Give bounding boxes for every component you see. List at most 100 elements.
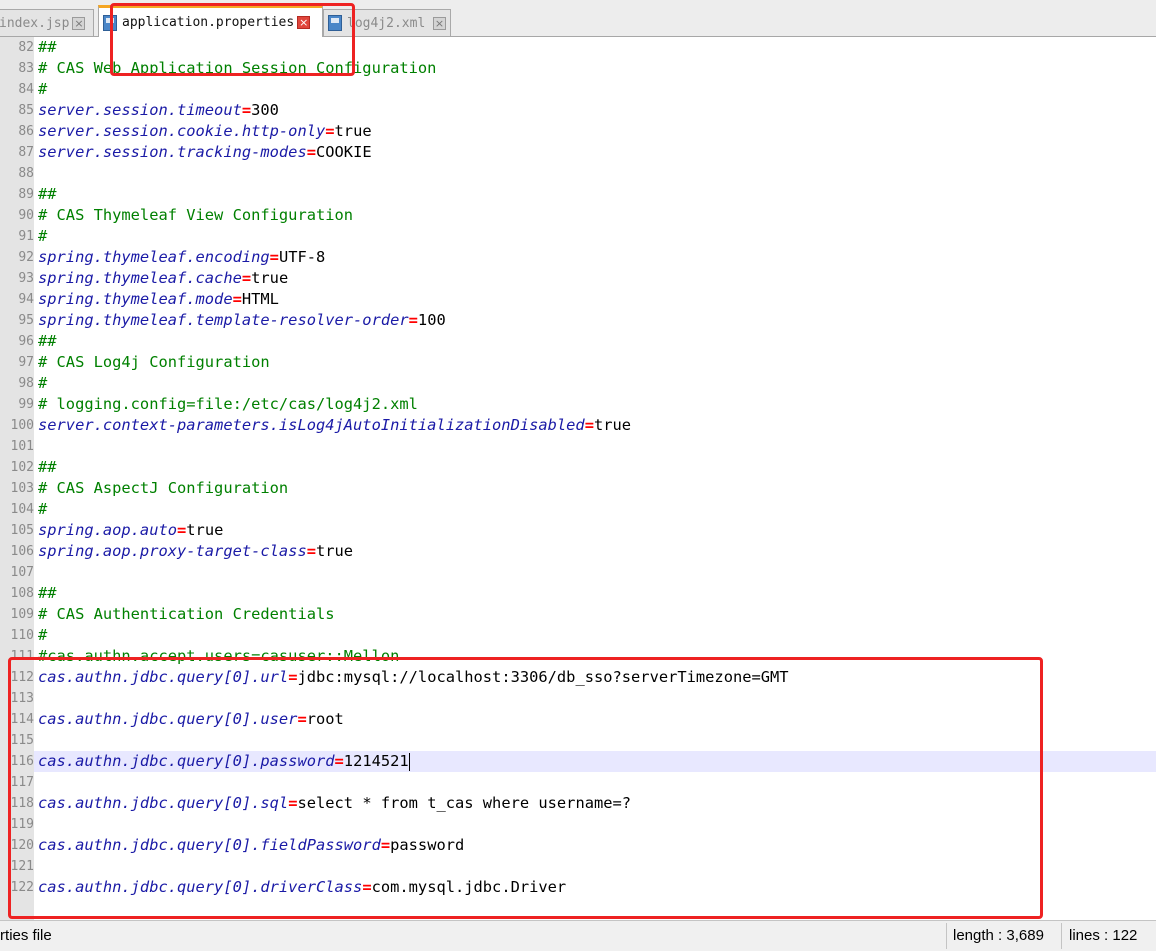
line-content: # <box>38 226 47 247</box>
code-line[interactable]: 115 <box>0 730 1156 751</box>
editor[interactable]: 82 ## 83 # CAS Web Application Session Conf… <box>0 37 1156 920</box>
code-line[interactable]: 86 server.session.cookie.http-only=true <box>0 121 1156 142</box>
property-value: 100 <box>417 311 446 329</box>
comment-text: # <box>38 626 48 644</box>
code-line[interactable]: 99 # logging.config=file:/etc/cas/log4j2.… <box>0 394 1156 415</box>
code-line[interactable]: 101 <box>0 436 1156 457</box>
code-line[interactable]: 100 server.context-parameters.isLog4jAuto… <box>0 415 1156 436</box>
comment-text: # <box>38 227 48 245</box>
code-line[interactable]: 103 # CAS AspectJ Configuration <box>0 478 1156 499</box>
code-line[interactable]: 88 <box>0 163 1156 184</box>
code-line[interactable]: 122 cas.authn.jdbc.query[0].driverClass=c… <box>0 877 1156 898</box>
code-line[interactable]: 89 ## <box>0 184 1156 205</box>
code-line[interactable]: 117 <box>0 772 1156 793</box>
code-line[interactable]: 106 spring.aop.proxy-target-class=true <box>0 541 1156 562</box>
close-icon[interactable]: × <box>72 16 86 30</box>
code-line[interactable]: 112 cas.authn.jdbc.query[0].url=jdbc:mysq… <box>0 667 1156 688</box>
property-value: 1214521 <box>343 752 409 770</box>
comment-text: # CAS Authentication Credentials <box>38 605 335 623</box>
code-line[interactable]: 120 cas.authn.jdbc.query[0].fieldPassword… <box>0 835 1156 856</box>
property-key: cas.authn.jdbc.query[0].password <box>38 752 335 770</box>
code-line[interactable]: 119 <box>0 814 1156 835</box>
code-line[interactable]: 97 # CAS Log4j Configuration <box>0 352 1156 373</box>
code-line[interactable]: 118 cas.authn.jdbc.query[0].sql=select * … <box>0 793 1156 814</box>
lines-count-label: lines : 122 <box>1069 927 1138 944</box>
code-line[interactable]: 84 # <box>0 79 1156 100</box>
file-type-label: Properties file <box>0 927 52 944</box>
line-content: ## <box>38 37 57 58</box>
code-line[interactable]: 114 cas.authn.jdbc.query[0].user=root <box>0 709 1156 730</box>
property-key: spring.thymeleaf.mode <box>38 290 233 308</box>
line-content: # logging.config=file:/etc/cas/log4j2.xm… <box>38 394 418 415</box>
code-line[interactable]: 107 <box>0 562 1156 583</box>
tab-application-properties[interactable]: application.properties × <box>98 5 323 37</box>
property-value: true <box>251 269 289 287</box>
code-line[interactable]: 87 server.session.tracking-modes=COOKIE <box>0 142 1156 163</box>
line-number: 82 <box>0 37 34 58</box>
status-divider <box>946 923 947 949</box>
line-content: # CAS Web Application Session Configurat… <box>38 58 436 79</box>
assign-operator: = <box>380 836 391 854</box>
code-line[interactable]: 121 <box>0 856 1156 877</box>
code-line[interactable]: 113 <box>0 688 1156 709</box>
code-line[interactable]: 116 cas.authn.jdbc.query[0].password=1214… <box>0 751 1156 772</box>
close-icon[interactable]: × <box>297 16 311 29</box>
close-icon[interactable]: × <box>433 16 446 30</box>
code-line[interactable]: 105 spring.aop.auto=true <box>0 520 1156 541</box>
line-number: 105 <box>0 520 34 541</box>
property-value: UTF-8 <box>278 248 326 266</box>
line-number: 103 <box>0 478 34 499</box>
code-line[interactable]: 110 # <box>0 625 1156 646</box>
property-key: server.context-parameters.isLog4jAutoIni… <box>38 416 585 434</box>
code-line[interactable]: 102 ## <box>0 457 1156 478</box>
code-line[interactable]: 90 # CAS Thymeleaf View Configuration <box>0 205 1156 226</box>
property-value: true <box>334 122 372 140</box>
line-content: cas.authn.jdbc.query[0].sql=select * fro… <box>38 793 631 814</box>
line-number: 107 <box>0 562 34 583</box>
line-number: 97 <box>0 352 34 373</box>
line-number: 90 <box>0 205 34 226</box>
property-value: com.mysql.jdbc.Driver <box>371 878 567 896</box>
line-content: ## <box>38 583 57 604</box>
line-content: spring.thymeleaf.template-resolver-order… <box>38 310 446 331</box>
code-line[interactable]: 111 #cas.authn.accept.users=casuser::Mell… <box>0 646 1156 667</box>
line-content: # <box>38 625 47 646</box>
assign-operator: = <box>297 710 307 728</box>
code-line[interactable]: 85 server.session.timeout=300 <box>0 100 1156 121</box>
code-line[interactable]: 94 spring.thymeleaf.mode=HTML <box>0 289 1156 310</box>
line-content: server.session.cookie.http-only=true <box>38 121 372 142</box>
property-value: COOKIE <box>316 143 372 161</box>
line-content: # CAS Authentication Credentials <box>38 604 335 625</box>
code-line[interactable]: 83 # CAS Web Application Session Configur… <box>0 58 1156 79</box>
line-content: ## <box>38 457 57 478</box>
comment-text: # <box>38 374 48 392</box>
code-line[interactable]: 91 # <box>0 226 1156 247</box>
tab-log4j2-xml[interactable]: log4j2.xml × <box>323 9 451 36</box>
code-line[interactable]: 96 ## <box>0 331 1156 352</box>
code-line[interactable]: 95 spring.thymeleaf.template-resolver-ord… <box>0 310 1156 331</box>
assign-operator: = <box>306 143 316 161</box>
line-number: 93 <box>0 268 34 289</box>
assign-operator: = <box>241 269 252 287</box>
line-content: spring.thymeleaf.mode=HTML <box>38 289 279 310</box>
line-number: 96 <box>0 331 34 352</box>
line-number: 89 <box>0 184 34 205</box>
property-key: cas.authn.jdbc.query[0].url <box>38 668 289 686</box>
code-line[interactable]: 92 spring.thymeleaf.encoding=UTF-8 <box>0 247 1156 268</box>
code-line[interactable]: 82 ## <box>0 37 1156 58</box>
tab-index-jsp[interactable]: index.jsp × <box>0 9 94 36</box>
code-line[interactable]: 109 # CAS Authentication Credentials <box>0 604 1156 625</box>
line-number: 108 <box>0 583 34 604</box>
line-content: ## <box>38 184 57 205</box>
assign-operator: = <box>177 521 187 539</box>
property-key: cas.authn.jdbc.query[0].fieldPassword <box>38 836 381 854</box>
code-line[interactable]: 98 # <box>0 373 1156 394</box>
code-line[interactable]: 108 ## <box>0 583 1156 604</box>
line-content: # <box>38 373 47 394</box>
assign-operator: = <box>325 122 335 140</box>
code-line[interactable]: 93 spring.thymeleaf.cache=true <box>0 268 1156 289</box>
code-line[interactable]: 104 # <box>0 499 1156 520</box>
assign-operator: = <box>241 101 252 119</box>
tab-bar: index.jsp × application.properties × log… <box>0 0 1156 37</box>
line-number: 99 <box>0 394 34 415</box>
